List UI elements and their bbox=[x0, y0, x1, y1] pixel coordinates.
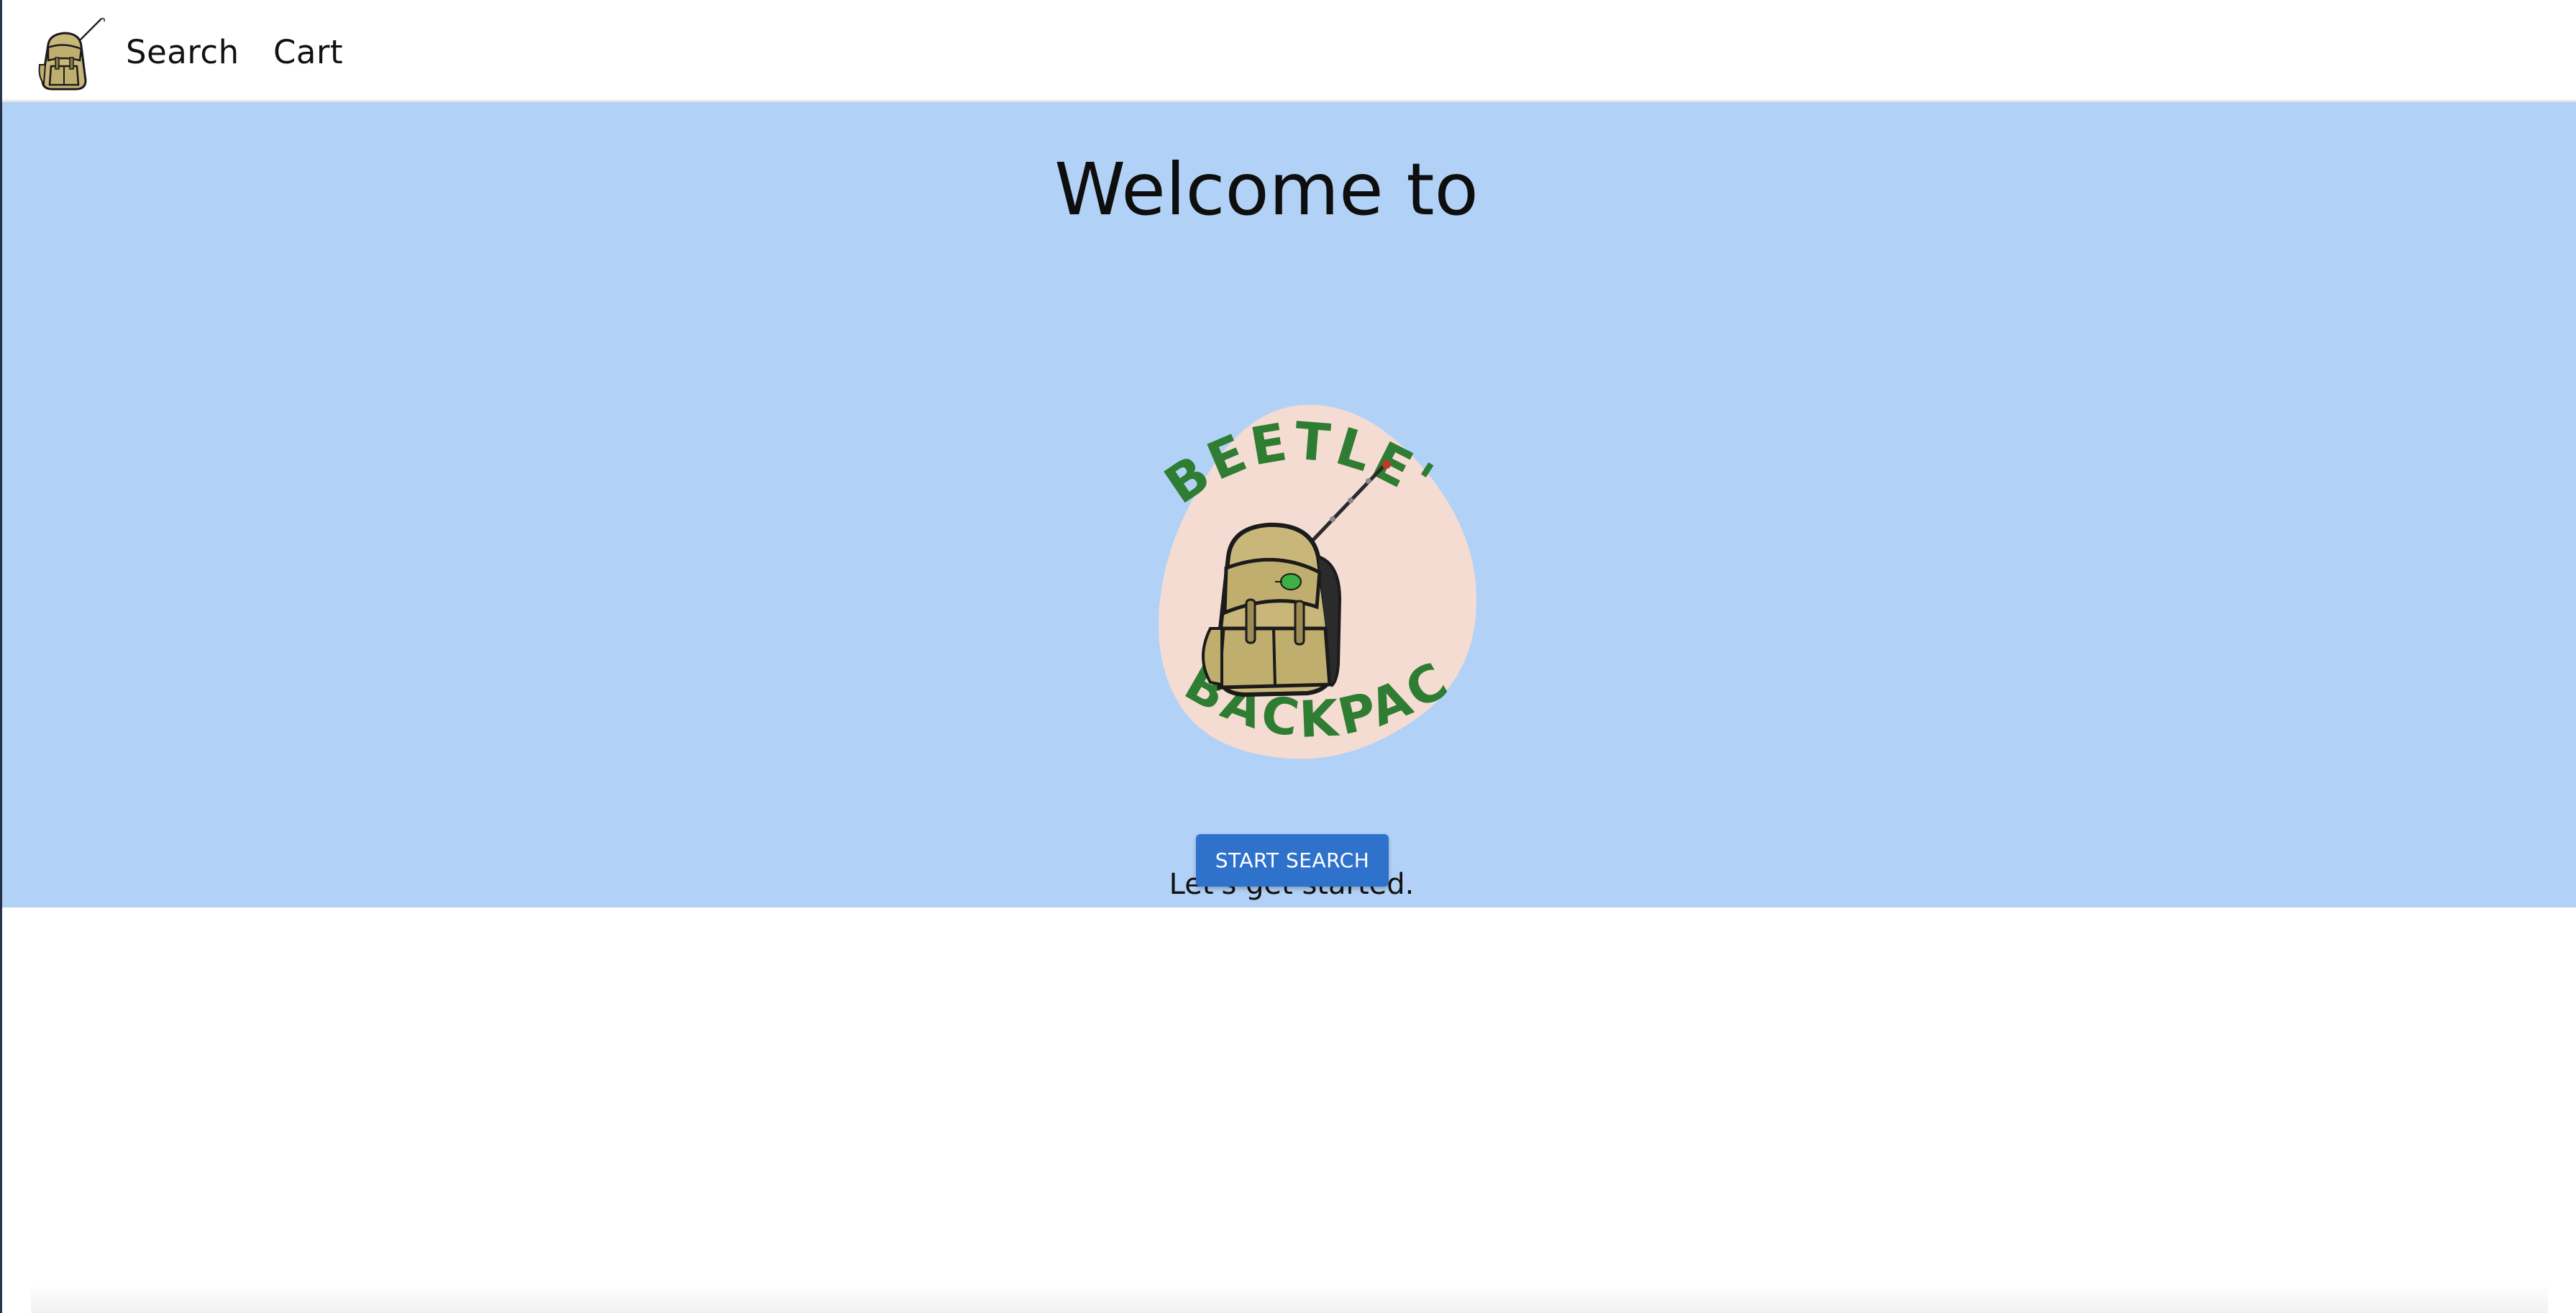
nav-cart-link[interactable]: Cart bbox=[273, 36, 343, 68]
start-search-button[interactable]: START SEARCH bbox=[1196, 834, 1389, 887]
bottom-shadow bbox=[31, 1284, 2548, 1313]
nav-search-link[interactable]: Search bbox=[126, 36, 239, 68]
beetles-backpack-logo: BEETLE'S BACKPACK bbox=[1102, 290, 1476, 759]
backpack-logo-icon[interactable] bbox=[35, 14, 107, 92]
empty-content-area bbox=[2, 907, 2576, 1313]
page: Search Cart Welcome to BEETLE'S BACKPACK bbox=[0, 0, 2576, 1313]
hero-section: Welcome to BEETLE'S BACKPACK bbox=[2, 102, 2576, 907]
top-nav: Search Cart bbox=[2, 0, 2576, 102]
hero-title: Welcome to bbox=[1054, 147, 1479, 232]
